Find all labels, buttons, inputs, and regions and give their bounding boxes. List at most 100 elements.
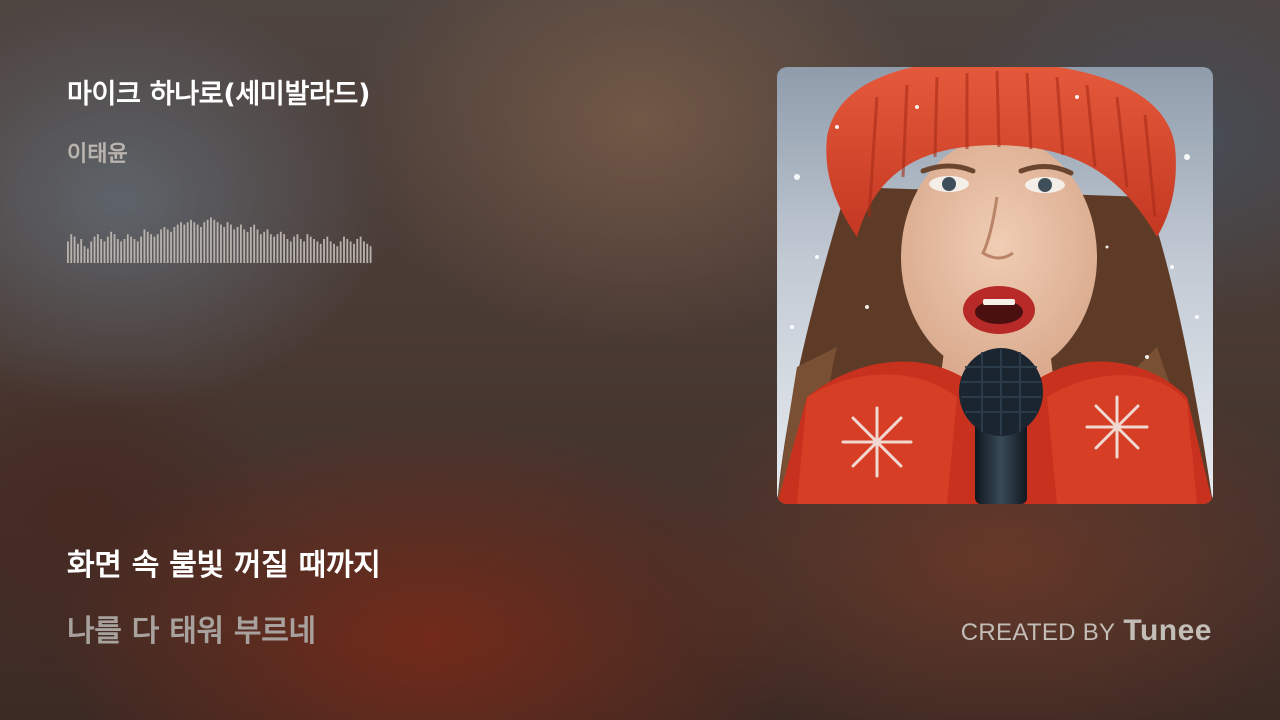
waveform-bar <box>289 241 292 263</box>
waveform-bar <box>243 229 246 263</box>
waveform-bar <box>359 236 362 263</box>
waveform-bar <box>213 219 216 263</box>
waveform-bar <box>100 239 103 263</box>
waveform-bar <box>253 224 256 263</box>
waveform-bar <box>146 231 149 263</box>
waveform-bar <box>166 229 169 263</box>
waveform-bar <box>120 241 123 263</box>
waveform-bar <box>196 224 199 263</box>
waveform-bar <box>153 236 156 263</box>
waveform-bar <box>143 229 146 263</box>
lyric-current-line: 화면 속 불빛 꺼질 때까지 <box>67 548 381 583</box>
song-title: 마이크 하나로(세미발라드) <box>67 79 371 110</box>
waveform-bar <box>130 236 133 263</box>
waveform-bar <box>223 227 226 263</box>
waveform-bar <box>80 239 83 263</box>
waveform-bar <box>113 234 116 263</box>
singer-portrait-icon <box>777 67 1213 504</box>
waveform-bar <box>176 224 179 263</box>
waveform-bar <box>339 241 342 263</box>
waveform-bar <box>206 219 209 263</box>
credit-prefix: CREATED BY <box>960 619 1116 646</box>
waveform-bar <box>329 241 332 263</box>
waveform-bar <box>180 222 182 263</box>
waveform-bar <box>133 239 136 263</box>
waveform-bar <box>323 239 325 263</box>
waveform-bar <box>306 234 309 263</box>
waveform-bar <box>76 243 79 263</box>
waveform-bar <box>349 241 352 263</box>
waveform-bar <box>336 246 339 263</box>
waveform-bar <box>116 239 119 263</box>
waveform-bar <box>343 236 345 263</box>
brand-logo: Tunee <box>1123 614 1212 647</box>
waveform-bar <box>163 227 166 263</box>
waveform-bar <box>249 227 252 263</box>
waveform-bar <box>183 224 186 263</box>
waveform-bar <box>239 224 242 263</box>
waveform-bar <box>186 222 189 263</box>
waveform-bar <box>190 219 192 263</box>
waveform-bar <box>326 236 329 263</box>
waveform-bar <box>70 234 73 263</box>
waveform-bar <box>353 243 355 263</box>
waveform-bar <box>170 231 172 263</box>
created-by-credit: CREATED BY Tunee <box>961 614 1212 648</box>
waveform-bar <box>333 243 335 263</box>
waveform-bar <box>273 236 276 263</box>
waveform-bar <box>319 243 322 263</box>
waveform-bar <box>93 236 96 263</box>
waveform-bar <box>106 236 109 263</box>
waveform-bar <box>156 234 159 263</box>
artist-name: 이태윤 <box>67 142 128 167</box>
waveform-bar <box>316 241 319 263</box>
waveform-bar <box>279 231 282 263</box>
waveform-bar <box>256 229 259 263</box>
waveform-bar <box>203 222 206 263</box>
waveform-bar <box>363 241 365 263</box>
waveform-bar <box>266 229 269 263</box>
waveform-bar <box>309 236 312 263</box>
waveform-bar <box>160 229 162 263</box>
album-art <box>777 67 1213 504</box>
waveform-bar <box>96 234 99 263</box>
waveform-bar <box>73 236 76 263</box>
waveform-bar <box>299 239 302 263</box>
waveform-bar <box>269 234 272 263</box>
waveform-bar <box>259 234 262 263</box>
waveform-bar <box>90 241 93 263</box>
waveform-bar <box>313 239 315 263</box>
waveform-bar <box>246 231 249 263</box>
waveform-bar <box>226 222 229 263</box>
waveform-bar <box>356 239 359 263</box>
waveform-bar <box>233 229 236 263</box>
waveform-bar <box>123 239 126 263</box>
waveform-bar <box>286 239 289 263</box>
waveform-bar <box>140 236 142 263</box>
waveform-bar <box>220 224 222 263</box>
waveform-bar <box>86 248 89 263</box>
waveform-bar <box>83 246 86 263</box>
waveform-bar <box>67 241 69 263</box>
waveform-bar <box>369 246 372 263</box>
waveform-bar <box>210 217 212 263</box>
waveform-bar <box>216 222 219 263</box>
waveform-bar <box>173 227 176 263</box>
lyric-next-line: 나를 다 태워 부르네 <box>67 614 316 649</box>
waveform-bar <box>276 234 279 263</box>
waveform-bar <box>136 241 139 263</box>
waveform-bar <box>126 234 129 263</box>
waveform-bar <box>346 239 349 263</box>
waveform-bar <box>103 241 106 263</box>
waveform-bar <box>366 243 369 263</box>
audio-waveform <box>67 217 372 263</box>
waveform-bar <box>110 231 113 263</box>
waveform-bar <box>200 227 202 263</box>
waveform-bar <box>303 241 305 263</box>
waveform-bar <box>229 224 232 263</box>
waveform-bar <box>283 234 286 263</box>
waveform-bar <box>236 227 239 263</box>
waveform-bar <box>263 231 266 263</box>
waveform-bar <box>293 236 295 263</box>
waveform-bar <box>150 234 152 263</box>
